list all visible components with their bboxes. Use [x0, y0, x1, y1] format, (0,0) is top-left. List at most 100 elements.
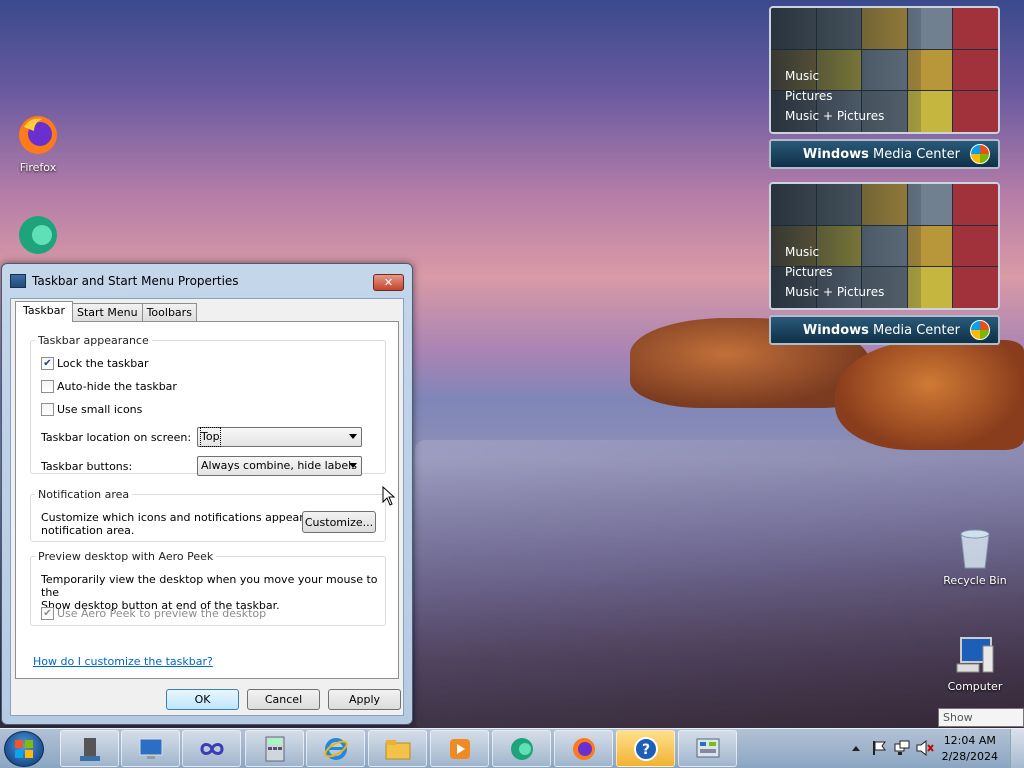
show-hidden-icons-icon[interactable] [852, 745, 860, 751]
media-center-menu-music-pictures[interactable]: Music + Pictures [785, 106, 884, 126]
taskbar: ? 12:04 AM 2/28/2024 [0, 728, 1024, 768]
computer-icon [953, 632, 997, 676]
taskbar-button-edge[interactable] [492, 730, 551, 767]
group-label: Taskbar appearance [38, 334, 149, 347]
group-label: Notification area [38, 488, 130, 501]
remote-desktop-icon [139, 738, 162, 759]
taskbar-properties-icon [10, 274, 26, 288]
taskbar-location-select[interactable]: Top [197, 427, 362, 447]
taskbar-button-remote-desktop[interactable] [121, 730, 180, 767]
apply-button[interactable]: Apply [328, 689, 401, 710]
dialog-titlebar[interactable]: Taskbar and Start Menu Properties [2, 264, 412, 298]
mouse-cursor-icon [382, 486, 396, 506]
taskbar-button-taskbar-properties[interactable] [60, 730, 119, 767]
media-center-tiles: Music Pictures Music + Pictures [769, 6, 1000, 134]
taskbar-button-media-player[interactable] [430, 730, 489, 767]
start-button[interactable] [4, 731, 44, 767]
group-label: Preview desktop with Aero Peek [38, 550, 214, 563]
desktop-icon-label: Recycle Bin [943, 574, 1007, 587]
control-panel-icon [696, 738, 719, 757]
notification-description: Customize which icons and notifications … [41, 511, 339, 537]
desktop-icon-label: Computer [947, 680, 1003, 693]
file-explorer-icon [385, 739, 410, 759]
system-clock[interactable]: 12:04 AM 2/28/2024 [942, 733, 998, 765]
aero-peek-checkbox[interactable]: ✔ Use Aero Peek to preview the desktop [41, 607, 266, 620]
chevron-down-icon [349, 463, 357, 468]
wallpaper-surf [415, 440, 1024, 730]
internet-explorer-icon [323, 737, 348, 760]
close-button[interactable]: ✕ [373, 274, 404, 291]
media-center-brand: Windows Media Center [802, 146, 960, 162]
checkmark-icon: ✔ [41, 357, 54, 370]
chevron-down-icon [349, 434, 357, 439]
desktop-icon-edge[interactable] [3, 213, 73, 261]
media-center-menu-music-pictures[interactable]: Music + Pictures [785, 282, 884, 302]
media-center-gadget[interactable]: Music Pictures Music + Pictures Windows … [769, 182, 1000, 345]
taskbar-tab-panel: Taskbar appearance ✔ Lock the taskbar Au… [15, 321, 399, 679]
taskbar-button-calculator[interactable] [245, 730, 304, 767]
recycle-bin-icon [953, 526, 997, 570]
network-icon[interactable] [894, 740, 910, 756]
media-center-brand: Windows Media Center [802, 322, 960, 338]
media-center-brand-bar[interactable]: Windows Media Center [769, 139, 1000, 169]
clock-date: 2/28/2024 [941, 750, 998, 763]
tab-strip: Taskbar Start Menu Toolbars [15, 301, 197, 322]
media-center-menu-pictures[interactable]: Pictures [785, 86, 884, 106]
windows-logo-icon [15, 740, 33, 758]
taskbar-buttons-select[interactable]: Always combine, hide labels [197, 456, 362, 476]
desktop-icon-computer[interactable]: Computer [940, 632, 1010, 693]
show-desktop-tooltip: Show desktop [938, 708, 1024, 741]
taskbar-buttons-label: Taskbar buttons: [41, 460, 133, 473]
help-link[interactable]: How do I customize the taskbar? [33, 655, 213, 668]
taskbar-button-firefox[interactable] [554, 730, 613, 767]
taskbar-button-help[interactable]: ? [616, 730, 675, 767]
desktop-icon-label: Firefox [19, 161, 57, 174]
taskbar-button-file-explorer[interactable] [368, 730, 427, 767]
customize-button[interactable]: Customize... [302, 511, 376, 533]
desktop-icon-recycle-bin[interactable]: Recycle Bin [940, 526, 1010, 587]
firefox-icon [572, 737, 595, 760]
clock-time: 12:04 AM [943, 734, 996, 747]
taskbar-appearance-group: Taskbar appearance ✔ Lock the taskbar Au… [30, 334, 386, 476]
lock-taskbar-checkbox[interactable]: ✔ Lock the taskbar [41, 357, 149, 370]
calculator-icon [265, 736, 284, 761]
firefox-icon [16, 113, 60, 157]
checkmark-icon: ✔ [41, 607, 54, 620]
small-icons-checkbox[interactable]: Use small icons [41, 403, 142, 416]
ok-button[interactable]: OK [166, 689, 239, 710]
taskbar-button-internet-explorer[interactable] [306, 730, 365, 767]
media-center-brand-bar[interactable]: Windows Media Center [769, 315, 1000, 345]
volume-muted-icon[interactable] [916, 740, 934, 756]
media-center-menu-music[interactable]: Music [785, 242, 884, 262]
wallpaper-rock [835, 340, 1024, 450]
media-player-icon [449, 738, 470, 759]
edge-icon [510, 737, 533, 760]
taskbar-button-control-panel[interactable] [678, 730, 737, 767]
show-desktop-button[interactable] [1010, 729, 1024, 768]
media-center-gadget[interactable]: Music Pictures Music + Pictures Windows … [769, 6, 1000, 169]
taskbar-properties-icon [79, 737, 100, 761]
edge-icon [16, 213, 60, 257]
cancel-button[interactable]: Cancel [247, 689, 320, 710]
action-center-flag-icon[interactable] [872, 740, 886, 756]
infinity-app-icon [199, 742, 224, 755]
windows-orb-icon [970, 320, 990, 340]
media-center-menu-pictures[interactable]: Pictures [785, 262, 884, 282]
windows-orb-icon [970, 144, 990, 164]
help-icon: ? [633, 736, 658, 761]
location-label: Taskbar location on screen: [41, 431, 192, 444]
taskbar-button-infinity-app[interactable] [182, 730, 241, 767]
notification-area-group: Notification area Customize which icons … [30, 488, 386, 542]
autohide-taskbar-checkbox[interactable]: Auto-hide the taskbar [41, 380, 177, 393]
dialog-body: Taskbar Start Menu Toolbars Taskbar appe… [10, 298, 404, 716]
aero-peek-group: Preview desktop with Aero Peek Temporari… [30, 550, 386, 626]
tab-taskbar[interactable]: Taskbar [15, 301, 73, 322]
tab-start-menu[interactable]: Start Menu [72, 303, 143, 322]
media-center-menu-music[interactable]: Music [785, 66, 884, 86]
taskbar-properties-dialog[interactable]: Taskbar and Start Menu Properties ✕ Task… [1, 263, 413, 725]
dialog-title: Taskbar and Start Menu Properties [32, 274, 239, 288]
svg-text:?: ? [641, 742, 649, 758]
desktop-icon-firefox[interactable]: Firefox [3, 113, 73, 174]
tab-toolbars[interactable]: Toolbars [141, 303, 197, 322]
media-center-tiles: Music Pictures Music + Pictures [769, 182, 1000, 310]
